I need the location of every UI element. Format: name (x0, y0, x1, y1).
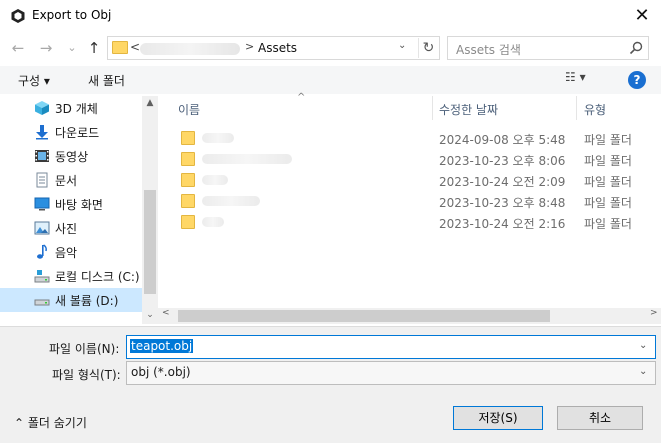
drive-d-icon (34, 292, 50, 308)
unity-app-icon (10, 8, 26, 24)
nav-item-music[interactable]: 음악 (0, 240, 142, 264)
row-date: 2023-10-24 오전 2:09 (439, 175, 566, 189)
list-item[interactable]: 2023-10-24 오전 2:09 파일 폴더 (164, 170, 661, 191)
search-placeholder: Assets 검색 (456, 43, 521, 57)
nav-item-label: 음악 (55, 246, 78, 260)
column-divider[interactable] (432, 96, 433, 120)
back-button[interactable]: ← (8, 38, 28, 58)
breadcrumb-assets[interactable]: Assets (258, 41, 297, 55)
nav-item-local-disk-c[interactable]: 로컬 디스크 (C:) (0, 264, 142, 288)
filename-label: 파일 이름(N): (49, 342, 120, 356)
filetype-dropdown-icon[interactable]: ⌄ (639, 366, 647, 377)
video-icon (34, 148, 50, 164)
recent-locations-chevron-icon[interactable]: ⌄ (62, 38, 82, 58)
folder-icon (181, 152, 195, 166)
change-view-button[interactable]: ☷ ▾ (565, 70, 605, 90)
nav-item-label: 3D 개체 (55, 102, 98, 116)
address-dropdown-icon[interactable]: ⌄ (398, 40, 406, 51)
nav-item-label: 사진 (55, 222, 78, 236)
folder-name-redacted (202, 196, 260, 206)
nav-item-videos[interactable]: 동영상 (0, 144, 142, 168)
3d-objects-icon (34, 100, 50, 116)
address-overflow-chevron[interactable]: < (130, 40, 140, 54)
refresh-button[interactable]: ↻ (418, 38, 438, 58)
music-icon (34, 244, 50, 260)
save-button[interactable]: 저장(S) (453, 406, 543, 430)
download-icon (34, 124, 50, 140)
sort-ascending-icon: ^ (297, 92, 306, 103)
nav-scroll-down-icon[interactable]: ⌄ (142, 310, 158, 324)
row-date: 2024-09-08 오후 5:48 (439, 133, 566, 147)
column-date-modified[interactable]: 수정한 날짜 (439, 101, 498, 118)
window-title: Export to Obj (32, 8, 112, 22)
nav-item-label: 새 볼륨 (D:) (55, 294, 119, 308)
nav-item-label: 다운로드 (55, 126, 100, 140)
new-folder-button[interactable]: 새 폴더 (88, 72, 125, 89)
filetype-value: obj (*.obj) (131, 365, 191, 379)
nav-item-documents[interactable]: 문서 (0, 168, 142, 192)
list-horizontal-scrollbar-thumb[interactable] (178, 310, 550, 322)
list-item[interactable]: 2024-09-08 오후 5:48 파일 폴더 (164, 128, 661, 149)
forward-button[interactable]: → (36, 38, 56, 58)
folder-icon (112, 41, 128, 54)
up-button[interactable]: ↑ (84, 38, 104, 58)
nav-item-new-volume-d[interactable]: 새 볼륨 (D:) (0, 288, 142, 312)
nav-scrollbar-thumb[interactable] (144, 190, 156, 294)
help-icon[interactable]: ? (628, 71, 646, 89)
column-type[interactable]: 유형 (584, 101, 606, 118)
nav-item-downloads[interactable]: 다운로드 (0, 120, 142, 144)
row-date: 2023-10-24 오전 2:16 (439, 217, 566, 231)
row-type: 파일 폴더 (584, 154, 632, 168)
folder-name-redacted (202, 175, 228, 185)
folder-icon (181, 194, 195, 208)
folder-icon (181, 131, 195, 145)
filetype-label: 파일 형식(T): (52, 368, 121, 382)
nav-item-3d-objects[interactable]: 3D 개체 (0, 96, 142, 120)
folder-icon (181, 173, 195, 187)
folder-name-redacted (202, 217, 224, 227)
cancel-button[interactable]: 취소 (557, 406, 643, 430)
scroll-right-icon[interactable]: > (650, 308, 658, 318)
column-name[interactable]: 이름 (178, 101, 200, 118)
organize-button[interactable]: 구성 ▾ (18, 72, 50, 89)
nav-item-label: 동영상 (55, 150, 89, 164)
folder-name-redacted (202, 154, 292, 164)
filename-dropdown-icon[interactable]: ⌄ (639, 340, 647, 351)
document-icon (34, 172, 50, 188)
nav-item-label: 로컬 디스크 (C:) (55, 270, 140, 284)
hide-folders-button[interactable]: ⌃ 폴더 숨기기 (14, 414, 87, 431)
row-type: 파일 폴더 (584, 217, 632, 231)
list-item[interactable]: 2023-10-24 오전 2:16 파일 폴더 (164, 212, 661, 233)
address-bar[interactable]: < > Assets ⌄ ↻ (107, 36, 440, 60)
row-type: 파일 폴더 (584, 175, 632, 189)
drive-c-icon (34, 268, 50, 284)
row-date: 2023-10-23 오후 8:06 (439, 154, 566, 168)
row-date: 2023-10-23 오후 8:48 (439, 196, 566, 210)
desktop-icon (34, 196, 50, 212)
column-divider[interactable] (576, 96, 577, 120)
address-redacted-segment (140, 43, 240, 55)
scroll-left-icon[interactable]: < (162, 308, 170, 318)
row-type: 파일 폴더 (584, 196, 632, 210)
list-item[interactable]: 2023-10-23 오후 8:48 파일 폴더 (164, 191, 661, 212)
nav-item-label: 바탕 화면 (55, 198, 103, 212)
folder-name-redacted (202, 133, 234, 143)
filename-value[interactable]: teapot.obj (130, 339, 194, 353)
filetype-select[interactable]: obj (*.obj) ⌄ (126, 361, 656, 385)
nav-scroll-up-icon[interactable]: ▲ (142, 98, 158, 112)
close-button[interactable]: ✕ (628, 2, 656, 30)
list-item[interactable]: 2023-10-23 오후 8:06 파일 폴더 (164, 149, 661, 170)
search-input[interactable]: Assets 검색 (447, 36, 649, 60)
nav-item-desktop[interactable]: 바탕 화면 (0, 192, 142, 216)
row-type: 파일 폴더 (584, 133, 632, 147)
filename-field[interactable]: teapot.obj ⌄ (126, 335, 656, 359)
folder-icon (181, 215, 195, 229)
pictures-icon (34, 220, 50, 236)
breadcrumb-separator[interactable]: > (245, 40, 254, 53)
nav-item-pictures[interactable]: 사진 (0, 216, 142, 240)
nav-item-label: 문서 (55, 174, 78, 188)
search-icon (628, 40, 644, 56)
